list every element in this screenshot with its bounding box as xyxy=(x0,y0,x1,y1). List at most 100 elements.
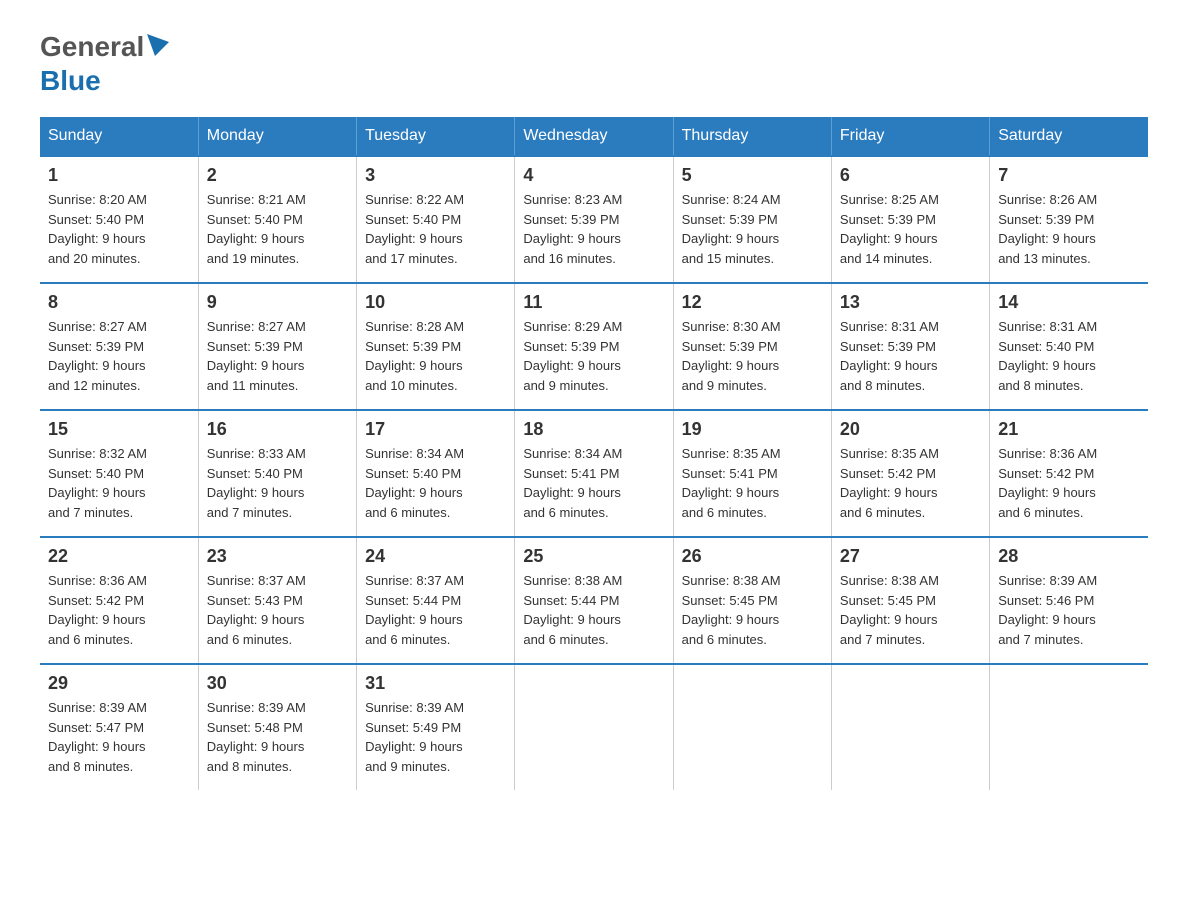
day-number: 12 xyxy=(682,292,823,313)
calendar-cell: 2 Sunrise: 8:21 AMSunset: 5:40 PMDayligh… xyxy=(198,156,356,283)
calendar-cell: 21 Sunrise: 8:36 AMSunset: 5:42 PMDaylig… xyxy=(990,410,1148,537)
day-info: Sunrise: 8:36 AMSunset: 5:42 PMDaylight:… xyxy=(998,446,1097,520)
calendar-cell: 17 Sunrise: 8:34 AMSunset: 5:40 PMDaylig… xyxy=(357,410,515,537)
day-info: Sunrise: 8:20 AMSunset: 5:40 PMDaylight:… xyxy=(48,192,147,266)
calendar-table: SundayMondayTuesdayWednesdayThursdayFrid… xyxy=(40,117,1148,790)
day-info: Sunrise: 8:35 AMSunset: 5:41 PMDaylight:… xyxy=(682,446,781,520)
day-number: 22 xyxy=(48,546,190,567)
logo-general-text: General xyxy=(40,30,144,64)
day-info: Sunrise: 8:25 AMSunset: 5:39 PMDaylight:… xyxy=(840,192,939,266)
day-info: Sunrise: 8:39 AMSunset: 5:47 PMDaylight:… xyxy=(48,700,147,774)
calendar-cell: 3 Sunrise: 8:22 AMSunset: 5:40 PMDayligh… xyxy=(357,156,515,283)
day-info: Sunrise: 8:30 AMSunset: 5:39 PMDaylight:… xyxy=(682,319,781,393)
calendar-cell: 23 Sunrise: 8:37 AMSunset: 5:43 PMDaylig… xyxy=(198,537,356,664)
day-number: 5 xyxy=(682,165,823,186)
day-number: 18 xyxy=(523,419,664,440)
calendar-cell: 22 Sunrise: 8:36 AMSunset: 5:42 PMDaylig… xyxy=(40,537,198,664)
day-header-monday: Monday xyxy=(198,117,356,156)
day-info: Sunrise: 8:28 AMSunset: 5:39 PMDaylight:… xyxy=(365,319,464,393)
calendar-cell xyxy=(990,664,1148,790)
day-number: 13 xyxy=(840,292,981,313)
day-number: 19 xyxy=(682,419,823,440)
calendar-week-2: 8 Sunrise: 8:27 AMSunset: 5:39 PMDayligh… xyxy=(40,283,1148,410)
day-number: 31 xyxy=(365,673,506,694)
calendar-cell: 10 Sunrise: 8:28 AMSunset: 5:39 PMDaylig… xyxy=(357,283,515,410)
day-number: 24 xyxy=(365,546,506,567)
day-info: Sunrise: 8:35 AMSunset: 5:42 PMDaylight:… xyxy=(840,446,939,520)
day-info: Sunrise: 8:39 AMSunset: 5:48 PMDaylight:… xyxy=(207,700,306,774)
day-number: 21 xyxy=(998,419,1140,440)
day-info: Sunrise: 8:33 AMSunset: 5:40 PMDaylight:… xyxy=(207,446,306,520)
calendar-cell: 8 Sunrise: 8:27 AMSunset: 5:39 PMDayligh… xyxy=(40,283,198,410)
calendar-cell: 28 Sunrise: 8:39 AMSunset: 5:46 PMDaylig… xyxy=(990,537,1148,664)
calendar-body: 1 Sunrise: 8:20 AMSunset: 5:40 PMDayligh… xyxy=(40,156,1148,790)
calendar-cell: 4 Sunrise: 8:23 AMSunset: 5:39 PMDayligh… xyxy=(515,156,673,283)
calendar-cell: 15 Sunrise: 8:32 AMSunset: 5:40 PMDaylig… xyxy=(40,410,198,537)
day-info: Sunrise: 8:38 AMSunset: 5:45 PMDaylight:… xyxy=(682,573,781,647)
day-number: 15 xyxy=(48,419,190,440)
day-number: 7 xyxy=(998,165,1140,186)
day-number: 17 xyxy=(365,419,506,440)
calendar-week-4: 22 Sunrise: 8:36 AMSunset: 5:42 PMDaylig… xyxy=(40,537,1148,664)
day-info: Sunrise: 8:27 AMSunset: 5:39 PMDaylight:… xyxy=(207,319,306,393)
day-number: 27 xyxy=(840,546,981,567)
day-number: 25 xyxy=(523,546,664,567)
calendar-header-row: SundayMondayTuesdayWednesdayThursdayFrid… xyxy=(40,117,1148,156)
day-number: 29 xyxy=(48,673,190,694)
logo-blue-text: Blue xyxy=(40,65,101,96)
calendar-cell: 6 Sunrise: 8:25 AMSunset: 5:39 PMDayligh… xyxy=(831,156,989,283)
calendar-cell: 9 Sunrise: 8:27 AMSunset: 5:39 PMDayligh… xyxy=(198,283,356,410)
day-number: 2 xyxy=(207,165,348,186)
day-info: Sunrise: 8:36 AMSunset: 5:42 PMDaylight:… xyxy=(48,573,147,647)
calendar-cell: 5 Sunrise: 8:24 AMSunset: 5:39 PMDayligh… xyxy=(673,156,831,283)
calendar-cell: 16 Sunrise: 8:33 AMSunset: 5:40 PMDaylig… xyxy=(198,410,356,537)
day-info: Sunrise: 8:22 AMSunset: 5:40 PMDaylight:… xyxy=(365,192,464,266)
day-info: Sunrise: 8:31 AMSunset: 5:40 PMDaylight:… xyxy=(998,319,1097,393)
calendar-cell: 12 Sunrise: 8:30 AMSunset: 5:39 PMDaylig… xyxy=(673,283,831,410)
day-number: 9 xyxy=(207,292,348,313)
day-info: Sunrise: 8:24 AMSunset: 5:39 PMDaylight:… xyxy=(682,192,781,266)
calendar-cell: 26 Sunrise: 8:38 AMSunset: 5:45 PMDaylig… xyxy=(673,537,831,664)
calendar-cell xyxy=(515,664,673,790)
day-header-sunday: Sunday xyxy=(40,117,198,156)
day-number: 23 xyxy=(207,546,348,567)
calendar-cell: 29 Sunrise: 8:39 AMSunset: 5:47 PMDaylig… xyxy=(40,664,198,790)
calendar-cell: 27 Sunrise: 8:38 AMSunset: 5:45 PMDaylig… xyxy=(831,537,989,664)
logo-triangle-icon xyxy=(147,34,169,56)
day-number: 3 xyxy=(365,165,506,186)
day-info: Sunrise: 8:21 AMSunset: 5:40 PMDaylight:… xyxy=(207,192,306,266)
day-info: Sunrise: 8:23 AMSunset: 5:39 PMDaylight:… xyxy=(523,192,622,266)
calendar-cell: 25 Sunrise: 8:38 AMSunset: 5:44 PMDaylig… xyxy=(515,537,673,664)
calendar-cell: 18 Sunrise: 8:34 AMSunset: 5:41 PMDaylig… xyxy=(515,410,673,537)
day-number: 16 xyxy=(207,419,348,440)
day-header-saturday: Saturday xyxy=(990,117,1148,156)
day-info: Sunrise: 8:37 AMSunset: 5:43 PMDaylight:… xyxy=(207,573,306,647)
day-info: Sunrise: 8:29 AMSunset: 5:39 PMDaylight:… xyxy=(523,319,622,393)
day-info: Sunrise: 8:34 AMSunset: 5:40 PMDaylight:… xyxy=(365,446,464,520)
day-number: 1 xyxy=(48,165,190,186)
calendar-cell: 30 Sunrise: 8:39 AMSunset: 5:48 PMDaylig… xyxy=(198,664,356,790)
day-info: Sunrise: 8:34 AMSunset: 5:41 PMDaylight:… xyxy=(523,446,622,520)
calendar-cell: 31 Sunrise: 8:39 AMSunset: 5:49 PMDaylig… xyxy=(357,664,515,790)
day-number: 6 xyxy=(840,165,981,186)
day-info: Sunrise: 8:37 AMSunset: 5:44 PMDaylight:… xyxy=(365,573,464,647)
day-number: 20 xyxy=(840,419,981,440)
day-number: 30 xyxy=(207,673,348,694)
day-number: 11 xyxy=(523,292,664,313)
day-info: Sunrise: 8:26 AMSunset: 5:39 PMDaylight:… xyxy=(998,192,1097,266)
day-info: Sunrise: 8:31 AMSunset: 5:39 PMDaylight:… xyxy=(840,319,939,393)
day-header-tuesday: Tuesday xyxy=(357,117,515,156)
calendar-cell: 14 Sunrise: 8:31 AMSunset: 5:40 PMDaylig… xyxy=(990,283,1148,410)
logo: General Blue xyxy=(40,30,169,97)
day-number: 14 xyxy=(998,292,1140,313)
calendar-week-5: 29 Sunrise: 8:39 AMSunset: 5:47 PMDaylig… xyxy=(40,664,1148,790)
day-number: 26 xyxy=(682,546,823,567)
day-number: 28 xyxy=(998,546,1140,567)
calendar-cell: 24 Sunrise: 8:37 AMSunset: 5:44 PMDaylig… xyxy=(357,537,515,664)
day-header-friday: Friday xyxy=(831,117,989,156)
day-header-thursday: Thursday xyxy=(673,117,831,156)
calendar-cell: 19 Sunrise: 8:35 AMSunset: 5:41 PMDaylig… xyxy=(673,410,831,537)
calendar-cell: 13 Sunrise: 8:31 AMSunset: 5:39 PMDaylig… xyxy=(831,283,989,410)
calendar-cell: 1 Sunrise: 8:20 AMSunset: 5:40 PMDayligh… xyxy=(40,156,198,283)
day-info: Sunrise: 8:38 AMSunset: 5:45 PMDaylight:… xyxy=(840,573,939,647)
